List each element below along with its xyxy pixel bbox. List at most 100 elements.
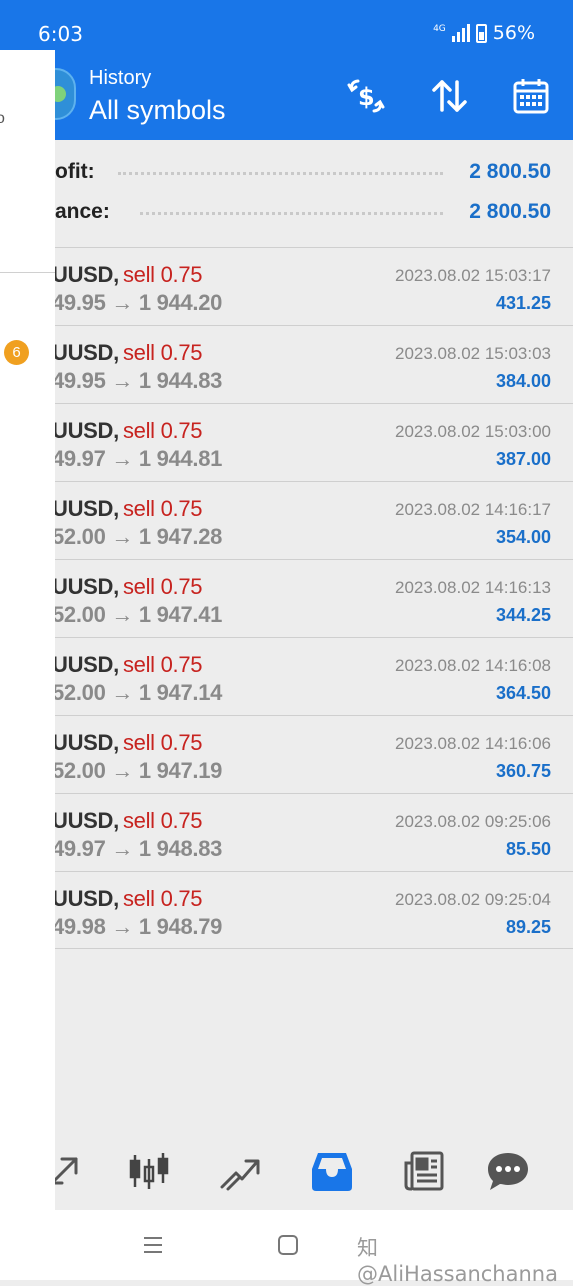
symbol-name: UUSD, (52, 574, 119, 599)
history-inbox-icon[interactable] (310, 1149, 354, 1193)
trade-symbol: UUSD, sell 0.75 (52, 730, 203, 756)
trade-row[interactable]: UUSD, sell 0.75 49.98 → 1 948.79 2023.08.02… (0, 871, 573, 949)
trade-row[interactable]: UUSD, sell 0.75 49.97 → 1 948.83 2023.08.02… (0, 793, 573, 871)
trade-row[interactable]: UUSD, sell 0.75 52.00 → 1 947.28 2023.08.02… (0, 481, 573, 559)
balance-value: 2 800.50 (469, 200, 551, 223)
trade-profit: 384.00 (495, 371, 551, 391)
trade-row[interactable]: UUSD, sell 0.75 52.00 → 1 947.19 2023.08.02… (0, 715, 573, 793)
trade-side: sell 0.75 (122, 808, 203, 833)
trade-prices: 49.95 → 1 944.83 (52, 368, 223, 393)
symbol-name: UUSD, (52, 496, 119, 521)
trade-side: sell 0.75 (122, 574, 203, 599)
trade-row[interactable]: UUSD, sell 0.75 52.00 → 1 947.41 2023.08.02… (0, 559, 573, 637)
trade-profit: 360.75 (495, 761, 551, 781)
status-time: 6:03 (38, 22, 83, 46)
trade-profit: 387.00 (495, 449, 551, 469)
trade-time: 2023.08.02 15:03:03 (395, 344, 551, 363)
trade-symbol: UUSD, sell 0.75 (52, 496, 203, 522)
trade-symbol: UUSD, sell 0.75 (52, 652, 203, 678)
trade-profit: 85.50 (505, 839, 551, 859)
trade-time: 2023.08.02 14:16:08 (395, 656, 551, 675)
trade-row[interactable]: UUSD, sell 0.75 52.00 → 1 947.14 2023.08.02… (0, 637, 573, 715)
trade-list: UUSD, sell 0.75 49.95 → 1 944.20 2023.08.02… (0, 247, 573, 949)
notification-badge: 6 (4, 340, 29, 365)
trade-side: sell 0.75 (122, 340, 203, 365)
trade-prices: 52.00 → 1 947.28 (52, 524, 223, 549)
drawer-divider (0, 272, 55, 273)
trade-prices: 49.97 → 1 948.83 (52, 836, 223, 861)
symbol-name: UUSD, (52, 886, 119, 911)
trade-side: sell 0.75 (122, 730, 203, 755)
symbol-name: UUSD, (52, 262, 119, 287)
trade-profit: 89.25 (505, 917, 551, 937)
chart-candles-icon[interactable] (127, 1149, 171, 1193)
balance-row: ance: 2 800.50 (0, 200, 573, 240)
trade-side: sell 0.75 (122, 262, 203, 287)
system-nav: 知@AliHassanchanna (0, 1210, 573, 1286)
trade-side: sell 0.75 (122, 886, 203, 911)
profit-dots (118, 172, 443, 175)
trade-symbol: UUSD, sell 0.75 (52, 418, 203, 444)
watermark: 知@AliHassanchanna (357, 1236, 558, 1286)
battery-level: 56% (492, 22, 535, 44)
symbol-name: UUSD, (52, 730, 119, 755)
symbol-name: UUSD, (52, 808, 119, 833)
svg-text:$: $ (358, 83, 375, 111)
trade-side: sell 0.75 (122, 652, 203, 677)
trade-profit: 364.50 (495, 683, 551, 703)
home-icon[interactable] (273, 1230, 303, 1260)
trade-prices: 52.00 → 1 947.19 (52, 758, 223, 783)
trade-row[interactable]: UUSD, sell 0.75 49.97 → 1 944.81 2023.08.02… (0, 403, 573, 481)
chat-icon[interactable] (486, 1149, 530, 1193)
trade-time: 2023.08.02 15:03:17 (395, 266, 551, 285)
profit-value: 2 800.50 (469, 160, 551, 183)
bottom-nav (0, 1133, 573, 1210)
profit-row: ofit: 2 800.50 (0, 160, 573, 200)
drawer-text-fragment: o (0, 110, 5, 127)
trade-time: 2023.08.02 14:16:17 (395, 500, 551, 519)
sort-icon[interactable] (429, 76, 469, 116)
trade-symbol: UUSD, sell 0.75 (52, 574, 203, 600)
trade-symbol: UUSD, sell 0.75 (52, 262, 203, 288)
network-type: 4G (433, 23, 446, 34)
status-bar: 6:03 4G 56% (0, 0, 573, 50)
symbol-filter[interactable]: All symbols (89, 95, 226, 126)
recent-apps-icon[interactable] (138, 1230, 168, 1260)
trade-symbol: UUSD, sell 0.75 (52, 886, 203, 912)
trade-symbol: UUSD, sell 0.75 (52, 340, 203, 366)
trade-row[interactable]: UUSD, sell 0.75 49.95 → 1 944.20 2023.08.02… (0, 247, 573, 325)
currency-exchange-icon[interactable]: $ (346, 76, 386, 116)
trade-profit: 344.25 (495, 605, 551, 625)
trade-time: 2023.08.02 14:16:06 (395, 734, 551, 753)
symbol-name: UUSD, (52, 652, 119, 677)
symbol-name: UUSD, (52, 340, 119, 365)
balance-label: ance: (55, 200, 110, 223)
balance-dots (140, 212, 443, 215)
app-bar: History All symbols $ (0, 50, 573, 140)
side-drawer[interactable]: o 6 (0, 50, 55, 1210)
trade-time: 2023.08.02 14:16:13 (395, 578, 551, 597)
trade-side: sell 0.75 (122, 496, 203, 521)
trade-time: 2023.08.02 09:25:04 (395, 890, 551, 909)
signal-icon (451, 24, 470, 42)
trade-profit: 354.00 (495, 527, 551, 547)
trade-time: 2023.08.02 09:25:06 (395, 812, 551, 831)
news-icon[interactable] (402, 1149, 446, 1193)
trade-side: sell 0.75 (122, 418, 203, 443)
trade-icon[interactable] (218, 1149, 262, 1193)
trade-profit: 431.25 (495, 293, 551, 313)
trade-time: 2023.08.02 15:03:00 (395, 422, 551, 441)
battery-icon (475, 23, 487, 43)
trade-prices: 49.95 → 1 944.20 (52, 290, 223, 315)
trade-row[interactable]: UUSD, sell 0.75 49.95 → 1 944.83 2023.08.02… (0, 325, 573, 403)
trade-prices: 49.98 → 1 948.79 (52, 914, 223, 939)
calendar-icon[interactable] (511, 76, 551, 116)
trade-prices: 52.00 → 1 947.41 (52, 602, 223, 627)
profit-label: ofit: (55, 160, 95, 183)
symbol-name: UUSD, (52, 418, 119, 443)
trade-prices: 52.00 → 1 947.14 (52, 680, 223, 705)
status-indicators: 4G 56% (433, 22, 535, 44)
trade-symbol: UUSD, sell 0.75 (52, 808, 203, 834)
trade-prices: 49.97 → 1 944.81 (52, 446, 223, 471)
page-title: History (89, 67, 152, 89)
